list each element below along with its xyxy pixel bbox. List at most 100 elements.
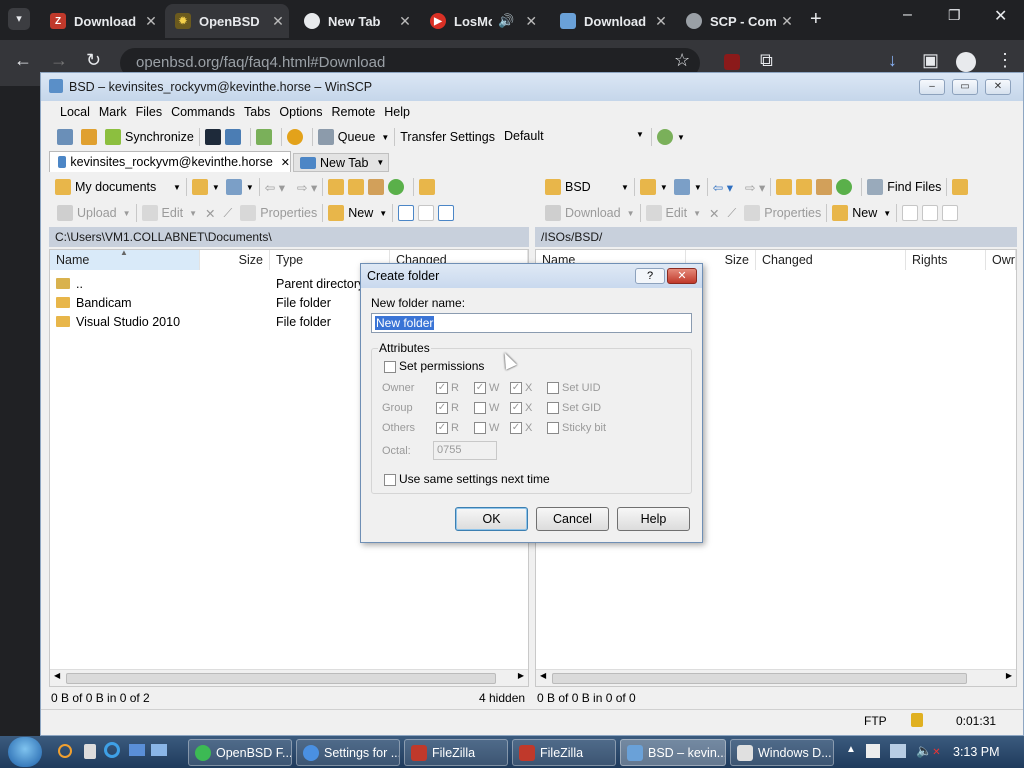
session-tab[interactable]: kevinsites_rockyvm@kevinthe.horse ✕: [49, 151, 291, 172]
filter-icon[interactable]: [673, 179, 690, 195]
scroll-thumb[interactable]: [552, 673, 967, 684]
menu-files[interactable]: Files: [136, 105, 162, 119]
avatar[interactable]: [956, 52, 976, 72]
speaker-icon[interactable]: 🔊: [498, 13, 514, 29]
extensions-icon[interactable]: ⧉: [760, 50, 773, 71]
forward-icon[interactable]: →: [50, 50, 68, 71]
home-icon[interactable]: [368, 179, 385, 195]
local-location-select[interactable]: My documents: [75, 180, 173, 194]
parent-dir-icon[interactable]: [776, 179, 793, 195]
delete-icon[interactable]: ✕: [709, 206, 719, 221]
putty-icon[interactable]: [224, 129, 241, 145]
group-w[interactable]: W: [474, 402, 499, 415]
root-dir-icon[interactable]: [796, 179, 813, 195]
back-arrow-icon[interactable]: ⇦ ▾: [713, 180, 733, 195]
chevron-down-icon[interactable]: ▼: [660, 183, 668, 192]
transfer-settings-select[interactable]: Default ▼: [500, 127, 646, 147]
find-folder-icon[interactable]: [419, 179, 436, 195]
find-files-button[interactable]: Find Files: [887, 180, 941, 194]
find-folder-icon[interactable]: [952, 179, 969, 195]
close-icon[interactable]: ✕: [776, 13, 798, 30]
restore-icon[interactable]: ❐: [948, 7, 961, 24]
chevron-down-icon[interactable]: ▼: [677, 133, 685, 142]
new-button[interactable]: New: [852, 206, 877, 220]
upload-button[interactable]: Upload: [77, 206, 117, 220]
others-r[interactable]: ✓ R: [436, 422, 459, 435]
browser-tab-4[interactable]: ▶ LosMo 🔊 ✕: [420, 4, 546, 38]
desktop-icon[interactable]: [129, 744, 145, 756]
sidepanel-icon[interactable]: ▣: [922, 50, 939, 71]
dialog-help-button[interactable]: ?: [635, 268, 665, 284]
back-arrow-icon[interactable]: ⇦ ▾: [265, 180, 285, 195]
others-w[interactable]: W: [474, 422, 499, 435]
flag-icon[interactable]: [866, 744, 880, 758]
clock[interactable]: 3:13 PM: [953, 745, 1000, 759]
download-icon[interactable]: ↓: [888, 50, 897, 71]
scroll-left-icon[interactable]: ◀: [54, 671, 60, 680]
rdp-icon[interactable]: [151, 744, 167, 756]
taskbar-item-settings[interactable]: Settings for ...: [296, 739, 400, 766]
scroll-right-icon[interactable]: ▶: [518, 671, 524, 680]
help-button[interactable]: Help: [617, 507, 690, 531]
chevron-down-icon[interactable]: ▼: [883, 209, 891, 218]
taskbar-item-windows[interactable]: Windows D...: [730, 739, 834, 766]
set-permissions-checkbox[interactable]: Set permissions: [384, 359, 484, 373]
col-changed[interactable]: Changed: [756, 250, 906, 270]
remote-path-bar[interactable]: /ISOs/BSD/: [535, 227, 1017, 247]
chevron-down-icon[interactable]: ▼: [212, 183, 220, 192]
menu-icon[interactable]: ⋮: [996, 50, 1014, 71]
maximize-button[interactable]: ▭: [952, 79, 978, 95]
close-button[interactable]: ✕: [985, 79, 1011, 95]
others-x[interactable]: ✓ X: [510, 422, 532, 435]
owner-x[interactable]: ✓ X: [510, 382, 532, 395]
menu-options[interactable]: Options: [279, 105, 322, 119]
terminal-icon[interactable]: [204, 129, 221, 145]
menu-local[interactable]: Local: [60, 105, 90, 119]
synchronize-button[interactable]: Synchronize: [125, 130, 194, 144]
close-icon[interactable]: ✕: [281, 156, 290, 169]
ok-button[interactable]: OK: [455, 507, 528, 531]
select-plus-icon[interactable]: [398, 205, 415, 221]
calculator-icon[interactable]: [84, 744, 96, 759]
horizontal-scrollbar[interactable]: ◀ ▶: [536, 669, 1016, 686]
menu-help[interactable]: Help: [384, 105, 410, 119]
scroll-left-icon[interactable]: ◀: [540, 671, 546, 680]
start-button[interactable]: [8, 737, 42, 767]
menu-remote[interactable]: Remote: [332, 105, 376, 119]
forward-arrow-icon[interactable]: ⇨ ▾: [297, 180, 317, 195]
new-button[interactable]: New: [348, 206, 373, 220]
chevron-down-icon[interactable]: ▼: [621, 183, 629, 192]
filter-icon[interactable]: [225, 179, 242, 195]
local-path-bar[interactable]: C:\Users\VM1.COLLABNET\Documents\: [49, 227, 529, 247]
close-icon[interactable]: ✕: [394, 13, 416, 30]
octal-input[interactable]: 0755: [433, 441, 497, 460]
close-window-icon[interactable]: ✕: [994, 6, 1007, 26]
ublock-icon[interactable]: [724, 54, 740, 70]
menu-commands[interactable]: Commands: [171, 105, 235, 119]
open-folder-icon[interactable]: [191, 179, 208, 195]
filter-select-icon[interactable]: [942, 205, 959, 221]
search-icon[interactable]: [58, 744, 72, 758]
properties-button[interactable]: Properties: [260, 206, 317, 220]
col-name[interactable]: Name ▲: [50, 248, 200, 270]
tray-chevron-icon[interactable]: ▲: [846, 744, 856, 755]
transfer-options-icon[interactable]: [656, 129, 673, 145]
minimize-icon[interactable]: –: [903, 6, 912, 24]
edit-button[interactable]: Edit: [666, 206, 688, 220]
open-folder-icon[interactable]: [639, 179, 656, 195]
chevron-down-icon[interactable]: ▼: [694, 183, 702, 192]
close-icon[interactable]: ✕: [267, 13, 289, 30]
volume-muted-icon[interactable]: 🔈✕: [916, 743, 941, 759]
group-x[interactable]: ✓ X: [510, 402, 532, 415]
sticky-bit-checkbox[interactable]: Sticky bit: [547, 422, 606, 435]
reload-icon[interactable]: ↻: [86, 50, 101, 71]
properties-button[interactable]: Properties: [764, 206, 821, 220]
same-settings-checkbox[interactable]: Use same settings next time: [384, 472, 550, 486]
network-icon[interactable]: [890, 744, 906, 758]
set-gid-checkbox[interactable]: Set GID: [547, 402, 601, 415]
chevron-down-icon[interactable]: ▼: [381, 133, 389, 142]
forward-arrow-icon[interactable]: ⇨ ▾: [745, 180, 765, 195]
root-dir-icon[interactable]: [348, 179, 365, 195]
taskbar-item-filezilla-2[interactable]: FileZilla: [512, 739, 616, 766]
col-size[interactable]: Size: [200, 250, 270, 270]
